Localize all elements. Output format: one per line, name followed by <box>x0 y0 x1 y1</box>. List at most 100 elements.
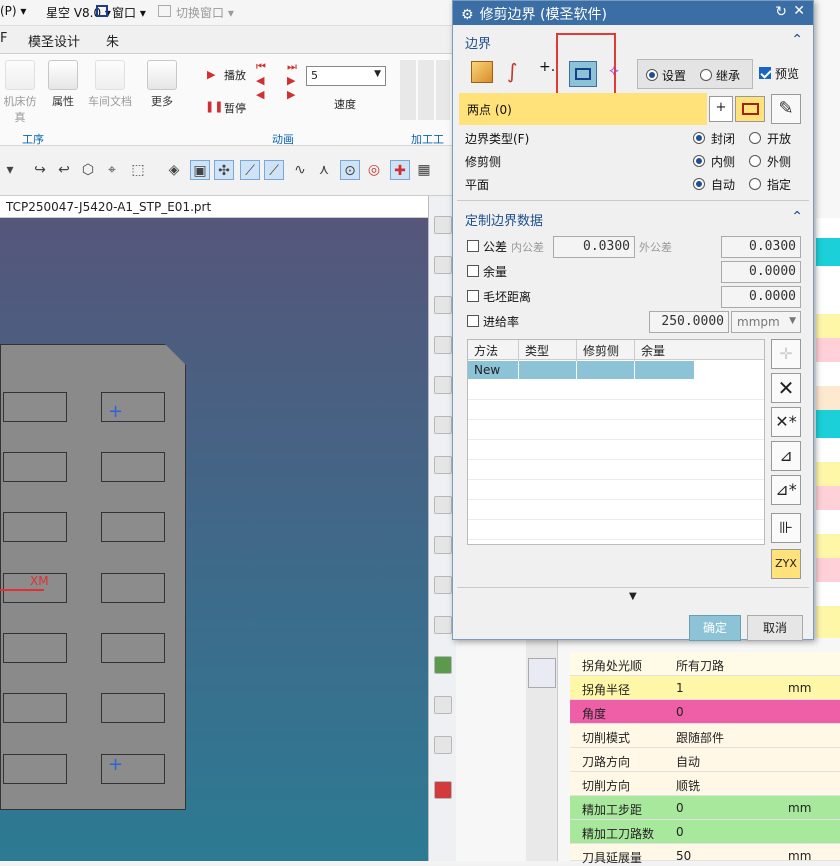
rectangle-boundary-button[interactable] <box>569 61 597 87</box>
property-row[interactable]: 刀具延展量 50 mm <box>570 844 840 865</box>
boundary-table[interactable]: 方法 类型 修剪侧 余量 New <box>467 339 765 545</box>
property-row[interactable]: 精加工刀路数 0 <box>570 820 840 844</box>
feedrate-checkbox[interactable] <box>467 315 479 327</box>
preview-checkbox[interactable] <box>759 67 771 79</box>
resource-tab-icon[interactable] <box>434 336 452 354</box>
cube-icon[interactable]: ▣ <box>190 160 210 180</box>
select-icon[interactable]: ⌖ <box>102 160 122 180</box>
menu-item-p[interactable]: (P) ▾ <box>0 4 26 18</box>
resource-tab-icon[interactable] <box>434 496 452 514</box>
play-button[interactable]: 播放 <box>224 67 246 83</box>
radio-outside[interactable] <box>749 155 761 167</box>
property-row[interactable]: 刀路方向 自动 <box>570 748 840 772</box>
property-row[interactable]: 角度 0 <box>570 700 840 724</box>
stock-field[interactable]: 0.0000 <box>721 261 801 283</box>
flag-icon[interactable] <box>434 781 452 799</box>
file-tab[interactable]: TCP250047-J5420-A1_STP_E01.prt <box>0 196 452 218</box>
close-icon[interactable]: ✕ <box>793 3 805 19</box>
radio-open[interactable] <box>749 132 761 144</box>
toolpath-icon[interactable] <box>528 658 556 688</box>
radio-settings[interactable] <box>646 69 658 81</box>
points-icon[interactable]: ✣ <box>214 160 234 180</box>
dialog-title-bar[interactable]: ⚙ 修剪边界 (模圣软件) ↻ ✕ <box>453 1 813 25</box>
brush-icon[interactable]: ✎ <box>771 94 801 124</box>
feed-unit-select[interactable]: mmpm ▼ <box>731 311 801 333</box>
tab-zhu[interactable]: 朱 <box>106 31 119 50</box>
intersection-icon[interactable]: ⋏ <box>314 160 334 180</box>
column-header-trim-side[interactable]: 修剪侧 <box>576 340 634 361</box>
cancel-button[interactable]: 取消 <box>747 615 803 641</box>
outer-tol-field[interactable]: 0.0300 <box>721 236 801 258</box>
point-icon[interactable]: +. <box>539 59 555 75</box>
radio-closed[interactable] <box>693 132 705 144</box>
body-icon[interactable] <box>471 61 493 83</box>
menu-item-switch-window[interactable]: 切换窗口 ▾ <box>156 4 234 21</box>
more-button[interactable]: 更多 <box>142 60 182 109</box>
resource-tab-icon[interactable] <box>434 416 452 434</box>
stock-checkbox[interactable] <box>467 265 479 277</box>
resource-tab-icon[interactable] <box>434 216 452 234</box>
resource-tab-icon[interactable] <box>434 736 452 754</box>
part-icon[interactable]: ◈ <box>164 160 184 180</box>
resource-tab-icon[interactable] <box>434 696 452 714</box>
radio-auto[interactable] <box>693 178 705 190</box>
center-icon[interactable]: ⊙ <box>340 160 360 180</box>
filter-icon[interactable]: ▾ <box>0 160 20 180</box>
section-boundary[interactable]: 边界 <box>465 33 491 52</box>
feedrate-field[interactable]: 250.0000 <box>649 311 729 333</box>
resource-tab-icon[interactable] <box>434 456 452 474</box>
inner-tol-field[interactable]: 0.0300 <box>553 236 635 258</box>
circle-icon[interactable]: ◎ <box>364 160 384 180</box>
boundary-rect-button[interactable] <box>735 96 765 122</box>
delete-all-icon[interactable]: ✕* <box>771 407 801 437</box>
hexagon-icon[interactable]: ⬡ <box>78 160 98 180</box>
ok-button[interactable]: 确定 <box>689 615 741 641</box>
reset-icon[interactable]: ↻ <box>775 4 787 20</box>
chevron-up-icon[interactable]: ⌃ <box>791 209 803 225</box>
snap-icon[interactable]: ↪ <box>30 160 50 180</box>
line2-icon[interactable]: ⟋ <box>264 160 284 180</box>
property-row[interactable]: 拐角处光顺 所有刀路 <box>570 652 840 676</box>
check-icon[interactable] <box>434 656 452 674</box>
machine-sim-button[interactable]: 机床仿真 <box>0 60 40 125</box>
resource-tab-icon[interactable] <box>434 296 452 314</box>
resource-tab-icon[interactable] <box>434 376 452 394</box>
box-select-icon[interactable]: ⬚ <box>128 160 148 180</box>
resource-tab-icon[interactable] <box>434 616 452 634</box>
resource-tab-icon[interactable] <box>434 576 452 594</box>
table-row[interactable]: New <box>468 361 694 379</box>
expand-more-icon[interactable]: ▼ <box>629 591 637 602</box>
column-header-type[interactable]: 类型 <box>518 340 576 361</box>
edit-all-icon[interactable]: ⊿* <box>771 475 801 505</box>
polygon-icon[interactable]: ⟡ <box>609 61 619 79</box>
property-row[interactable]: 拐角半径 1 mm <box>570 676 840 700</box>
delete-icon[interactable]: ✕ <box>771 373 801 403</box>
tab-f[interactable]: F <box>0 31 7 46</box>
radio-inherit[interactable] <box>700 69 712 81</box>
grid-icon[interactable]: ▦ <box>414 160 434 180</box>
tab-mosheng-design[interactable]: 模圣设计 <box>28 31 80 50</box>
radio-inside[interactable] <box>693 155 705 167</box>
step-forward-icons[interactable]: ⏭ ▶ ▶ <box>287 60 297 102</box>
curve-icon[interactable]: ∿ <box>290 160 310 180</box>
tolerance-checkbox[interactable] <box>467 240 479 252</box>
line-icon[interactable]: ⟋ <box>240 160 260 180</box>
section-custom-boundary[interactable]: 定制边界数据 <box>465 210 543 229</box>
property-row[interactable]: 切削模式 跟随部件 <box>570 724 840 748</box>
chevron-up-icon[interactable]: ⌃ <box>791 32 803 48</box>
property-row[interactable]: 精加工步距 0 mm <box>570 796 840 820</box>
column-header-method[interactable]: 方法 <box>468 340 518 361</box>
csys-icon[interactable]: ZYX <box>771 549 801 579</box>
property-row[interactable]: 切削方向 顺铣 <box>570 772 840 796</box>
pause-button[interactable]: 暂停 <box>224 100 246 116</box>
step-back-icons[interactable]: ⏮ ◀ ◀ <box>256 60 266 102</box>
two-points-selection-bar[interactable]: 两点 (0) <box>459 93 707 125</box>
curve-icon[interactable]: ∫ <box>507 59 517 83</box>
machining-tool-icons[interactable] <box>400 60 450 120</box>
edit-icon[interactable]: ⊿ <box>771 441 801 471</box>
blank-distance-checkbox[interactable] <box>467 290 479 302</box>
add-boundary-icon[interactable]: ✛ <box>771 339 801 369</box>
shop-doc-button[interactable]: 车间文档 <box>86 60 134 109</box>
radio-specify[interactable] <box>749 178 761 190</box>
blank-distance-field[interactable]: 0.0000 <box>721 286 801 308</box>
